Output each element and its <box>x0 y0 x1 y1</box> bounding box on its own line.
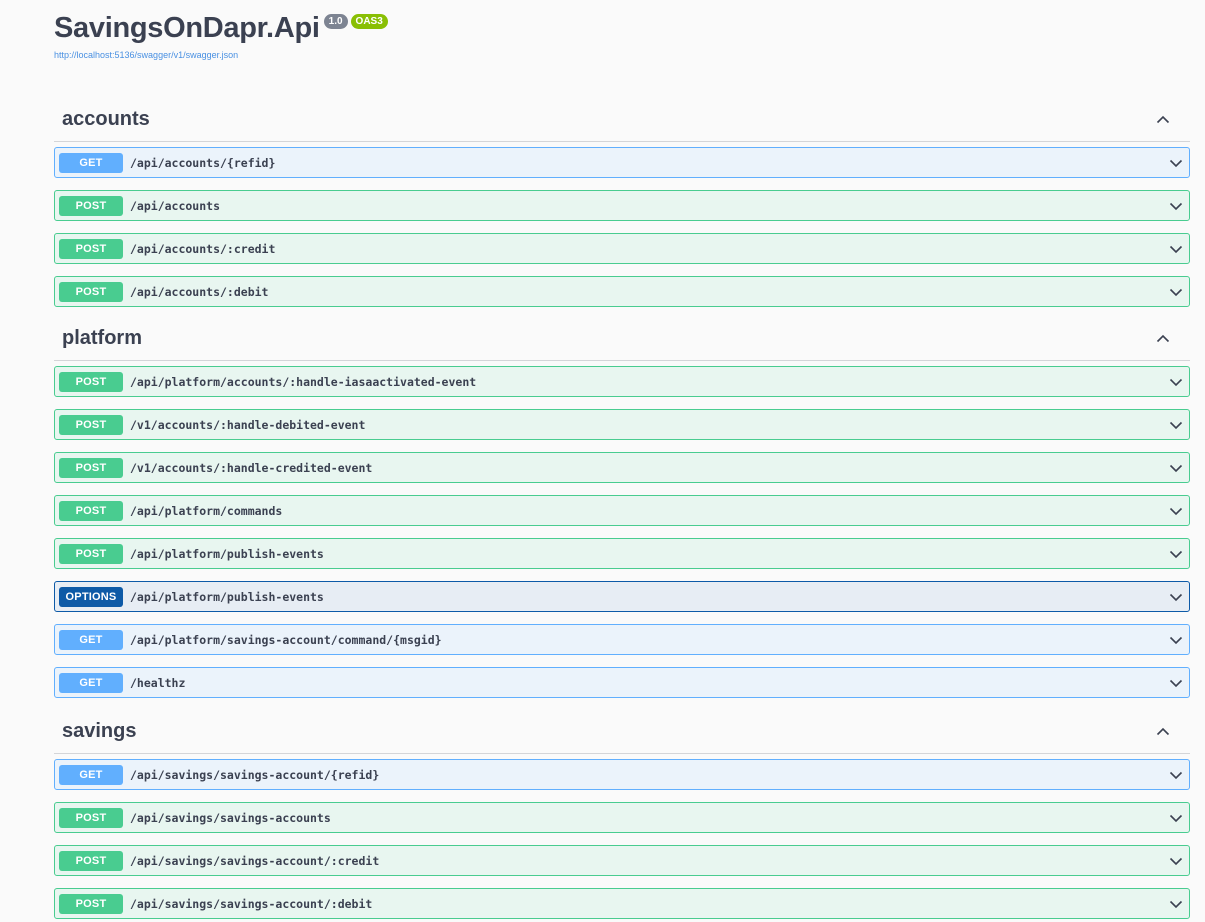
method-badge: POST <box>59 371 123 392</box>
chevron-down-icon[interactable] <box>1169 811 1183 825</box>
method-badge: GET <box>59 764 123 785</box>
chevron-up-icon[interactable] <box>1156 113 1170 127</box>
chevron-down-icon[interactable] <box>1169 461 1183 475</box>
tag-section-accounts: accounts GET/api/accounts/{refid} POST/ap… <box>54 98 1190 307</box>
method-badge: POST <box>59 850 123 871</box>
chevron-down-icon[interactable] <box>1169 897 1183 911</box>
operation-row[interactable]: GET/api/platform/savings-account/command… <box>54 624 1190 655</box>
method-badge: POST <box>59 543 123 564</box>
tag-name: accounts <box>62 108 150 130</box>
operation-row[interactable]: OPTIONS/api/platform/publish-events <box>54 581 1190 612</box>
tag-section-platform: platform POST/api/platform/accounts/:han… <box>54 317 1190 698</box>
operation-path: /api/savings/savings-account/:debit <box>130 896 373 911</box>
operation-path: /api/accounts/:credit <box>130 241 276 256</box>
operation-path: /api/savings/savings-accounts <box>130 810 331 825</box>
operation-row[interactable]: POST/api/savings/savings-accounts <box>54 802 1190 833</box>
operation-path: /v1/accounts/:handle-credited-event <box>130 460 373 475</box>
chevron-down-icon[interactable] <box>1169 676 1183 690</box>
api-info: SavingsOnDapr.Api 1.0 OAS3 http://localh… <box>54 10 388 60</box>
tag-header-savings[interactable]: savings <box>54 710 1190 754</box>
operation-path: /api/platform/accounts/:handle-iasaactiv… <box>130 374 477 389</box>
operation-row[interactable]: POST/api/platform/publish-events <box>54 538 1190 569</box>
operation-row[interactable]: POST/api/accounts <box>54 190 1190 221</box>
chevron-down-icon[interactable] <box>1169 590 1183 604</box>
chevron-up-icon[interactable] <box>1156 725 1170 739</box>
operation-row[interactable]: GET/healthz <box>54 667 1190 698</box>
operation-path: /api/accounts/:debit <box>130 284 269 299</box>
operation-row[interactable]: POST/api/accounts/:debit <box>54 276 1190 307</box>
version-badge: 1.0 <box>323 14 348 29</box>
chevron-down-icon[interactable] <box>1169 156 1183 170</box>
spec-url-link[interactable]: http://localhost:5136/swagger/v1/swagger… <box>54 50 388 60</box>
method-badge: OPTIONS <box>59 586 123 607</box>
tag-name: platform <box>62 327 142 349</box>
chevron-down-icon[interactable] <box>1169 199 1183 213</box>
chevron-down-icon[interactable] <box>1169 242 1183 256</box>
chevron-down-icon[interactable] <box>1169 285 1183 299</box>
operation-row[interactable]: POST/api/savings/savings-account/:credit <box>54 845 1190 876</box>
oas-badge: OAS3 <box>350 14 388 29</box>
chevron-down-icon[interactable] <box>1169 375 1183 389</box>
chevron-down-icon[interactable] <box>1169 418 1183 432</box>
operation-path: /api/accounts <box>130 198 221 213</box>
method-badge: GET <box>59 629 123 650</box>
method-badge: POST <box>59 281 123 302</box>
operation-path: /api/platform/publish-events <box>130 589 324 604</box>
tag-header-platform[interactable]: platform <box>54 317 1190 361</box>
operation-path: /v1/accounts/:handle-debited-event <box>130 417 366 432</box>
operation-path: /api/platform/savings-account/command/{m… <box>130 632 442 647</box>
operation-row[interactable]: POST/api/platform/commands <box>54 495 1190 526</box>
operation-row[interactable]: POST/v1/accounts/:handle-debited-event <box>54 409 1190 440</box>
page-title: SavingsOnDapr.Api <box>54 12 320 44</box>
operation-path: /api/platform/commands <box>130 503 283 518</box>
method-badge: POST <box>59 893 123 914</box>
chevron-down-icon[interactable] <box>1169 504 1183 518</box>
operation-row[interactable]: GET/api/accounts/{refid} <box>54 147 1190 178</box>
operation-row[interactable]: POST/v1/accounts/:handle-credited-event <box>54 452 1190 483</box>
method-badge: POST <box>59 457 123 478</box>
method-badge: GET <box>59 152 123 173</box>
operation-row[interactable]: GET/api/savings/savings-account/{refid} <box>54 759 1190 790</box>
operation-path: /api/savings/savings-account/:credit <box>130 853 380 868</box>
operation-path: /api/accounts/{refid} <box>130 155 276 170</box>
chevron-down-icon[interactable] <box>1169 633 1183 647</box>
chevron-down-icon[interactable] <box>1169 547 1183 561</box>
operation-row[interactable]: POST/api/accounts/:credit <box>54 233 1190 264</box>
method-badge: POST <box>59 238 123 259</box>
operation-row[interactable]: POST/api/platform/accounts/:handle-iasaa… <box>54 366 1190 397</box>
chevron-down-icon[interactable] <box>1169 854 1183 868</box>
operation-path: /api/platform/publish-events <box>130 546 324 561</box>
chevron-down-icon[interactable] <box>1169 768 1183 782</box>
chevron-up-icon[interactable] <box>1156 332 1170 346</box>
title-row: SavingsOnDapr.Api 1.0 OAS3 <box>54 10 388 46</box>
operation-path: /healthz <box>130 675 186 690</box>
tag-name: savings <box>62 720 137 742</box>
method-badge: POST <box>59 500 123 521</box>
tag-section-savings: savings GET/api/savings/savings-account/… <box>54 710 1190 919</box>
method-badge: GET <box>59 672 123 693</box>
operation-path: /api/savings/savings-account/{refid} <box>130 767 380 782</box>
tag-header-accounts[interactable]: accounts <box>54 98 1190 142</box>
method-badge: POST <box>59 414 123 435</box>
method-badge: POST <box>59 807 123 828</box>
operation-row[interactable]: POST/api/savings/savings-account/:debit <box>54 888 1190 919</box>
method-badge: POST <box>59 195 123 216</box>
